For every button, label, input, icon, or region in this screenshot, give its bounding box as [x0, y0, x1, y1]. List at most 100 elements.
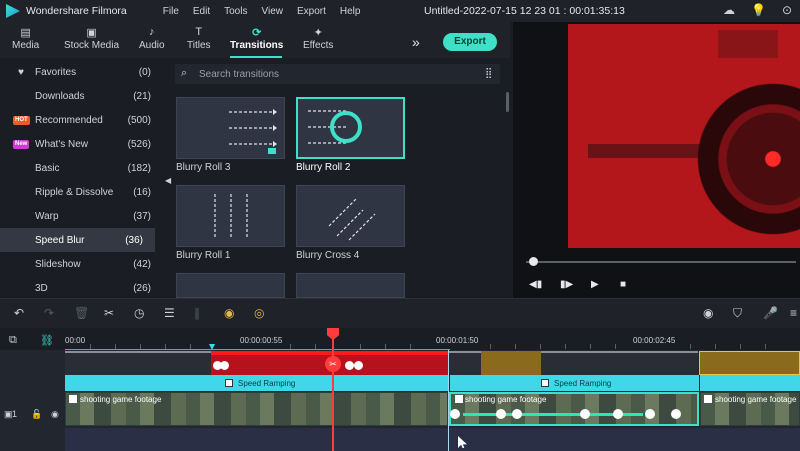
tab-audio[interactable]: ♪ Audio: [139, 26, 165, 51]
speed-ramp-icon: [225, 379, 233, 387]
timeline-toolbar: [0, 298, 800, 328]
keyframe-dot[interactable]: [220, 361, 229, 370]
next-frame-icon[interactable]: ▮▶: [560, 279, 573, 290]
media-icon: ▤: [20, 27, 31, 39]
timeline-ruler[interactable]: [0, 328, 800, 350]
library-scrollbar[interactable]: [506, 92, 509, 112]
list-icon[interactable]: ≡: [790, 306, 797, 320]
audio-wave-icon[interactable]: ∥: [194, 306, 200, 320]
speed-ramping-bar[interactable]: [700, 375, 800, 391]
shield-icon[interactable]: ⛉: [733, 306, 742, 321]
transition-label: Blurry Roll 2: [296, 162, 351, 173]
music-note-icon: ♪: [149, 26, 155, 38]
category-slideshow[interactable]: Slideshow (42): [0, 252, 163, 276]
transition-label: Blurry Cross 4: [296, 250, 360, 261]
speed-point[interactable]: [613, 409, 623, 419]
tab-stock-media[interactable]: ▣ Stock Media: [64, 26, 119, 51]
export-button[interactable]: Export: [443, 33, 497, 51]
account-icon[interactable]: ⊙: [782, 3, 792, 17]
lightbulb-icon[interactable]: 💡: [751, 3, 766, 17]
category-basic[interactable]: Basic (182): [0, 156, 163, 180]
collapse-panel-icon[interactable]: ◀: [165, 176, 171, 185]
sparkle-icon: ✦: [313, 27, 323, 39]
play-icon[interactable]: ▶: [591, 279, 599, 290]
speed-point[interactable]: [645, 409, 655, 419]
category-warp[interactable]: Warp (37): [0, 204, 163, 228]
menu-export[interactable]: Export: [297, 6, 326, 17]
link-icon[interactable]: ⛓: [40, 334, 54, 347]
cut-icon[interactable]: ✂: [104, 306, 114, 320]
grid-view-icon[interactable]: ⣿: [485, 68, 492, 79]
speed-point[interactable]: [496, 409, 506, 419]
transition-thumb-blurry-roll-3[interactable]: [176, 97, 285, 159]
tab-transitions[interactable]: ⟳ Transitions: [230, 26, 283, 51]
speed-icon[interactable]: ◷: [134, 306, 144, 320]
menu-bar: Wondershare Filmora File Edit Tools View…: [0, 0, 800, 22]
effect-clip[interactable]: [541, 351, 698, 375]
scissors-icon[interactable]: ✂: [325, 356, 341, 372]
scope-reticle: [688, 74, 800, 244]
clip-boundary-line: [448, 350, 449, 451]
add-track-icon[interactable]: ⧉: [9, 334, 17, 347]
empty-track[interactable]: [65, 428, 800, 451]
speed-point[interactable]: [450, 409, 460, 419]
clip-play-icon: [69, 395, 77, 403]
stop-icon[interactable]: ■: [620, 279, 626, 290]
transition-thumb-blurry-roll-2[interactable]: [296, 97, 405, 159]
category-ripple-dissolve[interactable]: Ripple & Dissolve (16): [0, 180, 163, 204]
speed-point[interactable]: [512, 409, 522, 419]
transition-thumb-partial[interactable]: [176, 273, 285, 298]
color-match-icon[interactable]: ◉: [224, 306, 234, 320]
render-icon[interactable]: ◉: [703, 306, 713, 320]
preview-seekbar[interactable]: [526, 261, 796, 263]
adjust-icon[interactable]: ☰: [164, 306, 175, 320]
tab-media[interactable]: ▤ Media: [12, 26, 39, 51]
category-downloads[interactable]: Downloads (21): [0, 84, 163, 108]
transition-thumb-partial[interactable]: [296, 273, 405, 298]
playhead[interactable]: [332, 332, 334, 451]
lock-icon[interactable]: 🔓: [31, 409, 42, 420]
app-name: Wondershare Filmora: [26, 5, 127, 17]
category-favorites[interactable]: ♥ Favorites (0): [0, 60, 163, 84]
tab-titles[interactable]: T Titles: [187, 26, 211, 51]
speed-ramp-icon: [541, 379, 549, 387]
auto-reframe-icon[interactable]: ◎: [254, 306, 264, 320]
document-title: Untitled-2022-07-15 12 23 01 : 00:01:35:…: [424, 5, 625, 17]
undo-icon[interactable]: ↶: [14, 306, 24, 320]
effect-clip[interactable]: [65, 351, 211, 375]
delete-icon[interactable]: 🗑: [74, 306, 89, 320]
menu-help[interactable]: Help: [340, 6, 361, 17]
keyframe-dot[interactable]: [345, 361, 354, 370]
category-speed-blur[interactable]: Speed Blur (36): [0, 228, 155, 252]
menu-edit[interactable]: Edit: [193, 6, 210, 17]
speed-point[interactable]: [671, 409, 681, 419]
search-input[interactable]: [199, 66, 469, 82]
transition-thumb-blurry-roll-1[interactable]: [176, 185, 285, 247]
seek-handle[interactable]: [529, 257, 538, 266]
microphone-icon[interactable]: 🎤: [763, 306, 778, 320]
transitions-icon: ⟳: [252, 27, 262, 39]
category-3d[interactable]: 3D (26): [0, 276, 163, 298]
transition-thumb-blurry-cross-4[interactable]: [296, 185, 405, 247]
hud-box: [718, 30, 778, 58]
cloud-icon[interactable]: ☁: [723, 3, 735, 17]
redo-icon[interactable]: ↷: [44, 306, 54, 320]
effect-clip-gold[interactable]: [699, 351, 800, 375]
menu-view[interactable]: View: [261, 6, 283, 17]
eye-icon[interactable]: ◉: [51, 409, 59, 420]
previous-frame-icon[interactable]: ◀▮: [529, 279, 542, 290]
speed-point[interactable]: [580, 409, 590, 419]
menu-file[interactable]: File: [163, 6, 179, 17]
tab-effects[interactable]: ✦ Effects: [303, 26, 333, 51]
transition-label: Blurry Roll 3: [176, 162, 231, 173]
time-label: 00:00:01:50: [436, 336, 479, 345]
track-number: 1: [12, 409, 18, 419]
keyframe-dot[interactable]: [354, 361, 363, 370]
effect-clip[interactable]: [449, 351, 481, 375]
menu-tools[interactable]: Tools: [224, 6, 247, 17]
category-recommended[interactable]: HOT Recommended (500): [0, 108, 163, 132]
double-chevron-right-icon[interactable]: »: [412, 34, 420, 50]
category-whats-new[interactable]: New What's New (526): [0, 132, 163, 156]
effect-clip-gold[interactable]: [481, 351, 541, 375]
asset-tabs: ▤ Media ▣ Stock Media ♪ Audio T Titles ⟳…: [0, 22, 510, 58]
